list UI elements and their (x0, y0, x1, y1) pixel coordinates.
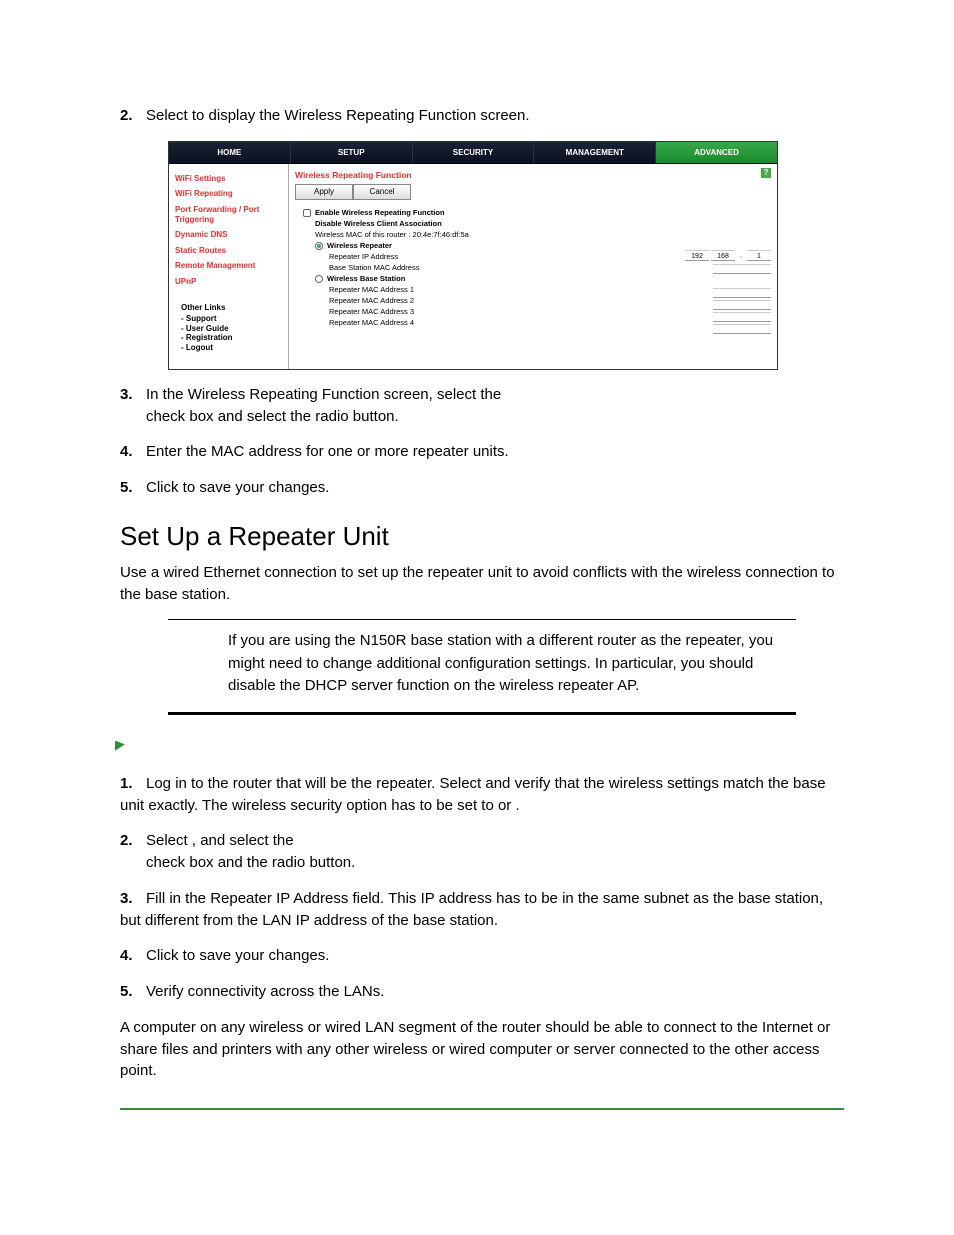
tab-bar: HOME SETUP SECURITY MANAGEMENT ADVANCED (169, 142, 777, 164)
other-registration[interactable]: - Registration (181, 333, 282, 343)
tab-setup[interactable]: SETUP (291, 142, 413, 163)
step-b1-num: 1. (120, 773, 146, 795)
note-box: If you are using the N150R base station … (168, 619, 796, 715)
other-links-header: Other Links (181, 303, 282, 313)
note-text: If you are using the N150R base station … (168, 620, 796, 712)
repeater-mac3: Repeater MAC Address 3 (329, 307, 771, 316)
ip-octet-1[interactable]: 192 (685, 250, 709, 261)
procedure-marker (120, 737, 844, 755)
sidebar-item-port-forwarding[interactable]: Port Forwarding / Port Triggering (175, 205, 282, 224)
mac4-input[interactable] (713, 324, 771, 334)
section-heading: Set Up a Repeater Unit (120, 521, 844, 552)
step-a2-num: 2. (120, 105, 146, 127)
step-b4: 4.Click to save your changes. (120, 945, 844, 967)
base-mac-input[interactable] (713, 264, 771, 274)
radio-icon[interactable] (315, 242, 323, 250)
arrow-icon (115, 739, 125, 750)
sidebar-item-remote-management[interactable]: Remote Management (175, 261, 282, 271)
ip-dot: . (737, 250, 745, 261)
radio-icon[interactable] (315, 275, 323, 283)
mac1-input[interactable] (713, 288, 771, 298)
repeater-mac4: Repeater MAC Address 4 (329, 318, 771, 327)
step-b2: 2.Select , and select the check box and … (120, 830, 844, 874)
wireless-base-radio[interactable]: Wireless Base Station (315, 274, 771, 283)
other-logout[interactable]: - Logout (181, 343, 282, 353)
sidebar: WiFi Settings WiFi Repeating Port Forwar… (169, 164, 289, 369)
mac3-input[interactable] (713, 312, 771, 322)
sidebar-item-static-routes[interactable]: Static Routes (175, 246, 282, 256)
step-a4: 4.Enter the MAC address for one or more … (120, 441, 844, 463)
step-a2-body: Select to display the Wireless Repeating… (146, 107, 530, 124)
disable-client-row: Disable Wireless Client Association (303, 219, 771, 228)
ip-octet-2[interactable]: 168 (711, 250, 735, 261)
enable-repeating-row[interactable]: Enable Wireless Repeating Function (303, 208, 771, 217)
other-support[interactable]: - Support (181, 314, 282, 324)
tail-para: A computer on any wireless or wired LAN … (120, 1017, 844, 1082)
tab-home[interactable]: HOME (169, 142, 291, 163)
repeater-ip-fields: 192 168 . 1 (685, 250, 771, 261)
step-a3: 3.In the Wireless Repeating Function scr… (120, 384, 844, 428)
tab-advanced[interactable]: ADVANCED (656, 142, 777, 163)
sidebar-item-wifi-settings[interactable]: WiFi Settings (175, 174, 282, 184)
tab-security[interactable]: SECURITY (413, 142, 535, 163)
step-b1: 1.Log in to the router that will be the … (120, 773, 844, 817)
step-b5: 5.Verify connectivity across the LANs. (120, 981, 844, 1003)
step-b4-num: 4. (120, 945, 146, 967)
step-b2-num: 2. (120, 830, 146, 852)
tab-management[interactable]: MANAGEMENT (534, 142, 656, 163)
content-pane: ? Wireless Repeating Function Apply Canc… (289, 164, 777, 369)
wireless-repeater-radio[interactable]: Wireless Repeater (315, 241, 771, 250)
router-screenshot: HOME SETUP SECURITY MANAGEMENT ADVANCED … (168, 141, 778, 370)
base-mac-label: Base Station MAC Address (329, 263, 771, 272)
sidebar-item-dynamic-dns[interactable]: Dynamic DNS (175, 230, 282, 240)
repeater-mac2: Repeater MAC Address 2 (329, 296, 771, 305)
sidebar-item-upnp[interactable]: UPnP (175, 277, 282, 287)
apply-button[interactable]: Apply (295, 184, 353, 200)
help-icon[interactable]: ? (761, 168, 771, 178)
pane-title: Wireless Repeating Function (295, 170, 771, 180)
ip-octet-4[interactable]: 1 (747, 250, 771, 261)
repeater-mac1: Repeater MAC Address 1 (329, 285, 771, 294)
cancel-button[interactable]: Cancel (353, 184, 411, 200)
mac2-input[interactable] (713, 300, 771, 310)
intro-para: Use a wired Ethernet connection to set u… (120, 562, 844, 606)
step-b5-num: 5. (120, 981, 146, 1003)
sidebar-item-wifi-repeating[interactable]: WiFi Repeating (175, 189, 282, 199)
checkbox-icon[interactable] (303, 209, 311, 217)
step-a4-num: 4. (120, 441, 146, 463)
other-user-guide[interactable]: - User Guide (181, 324, 282, 334)
step-a5-num: 5. (120, 477, 146, 499)
step-b3: 3.Fill in the Repeater IP Address field.… (120, 888, 844, 932)
step-a3-num: 3. (120, 384, 146, 406)
step-a5: 5.Click to save your changes. (120, 477, 844, 499)
step-a2: 2.Select to display the Wireless Repeati… (120, 105, 844, 127)
footer-rule (120, 1108, 844, 1110)
step-b3-num: 3. (120, 888, 146, 910)
mac-of-router: Wireless MAC of this router : 20:4e:7f:4… (315, 230, 771, 239)
